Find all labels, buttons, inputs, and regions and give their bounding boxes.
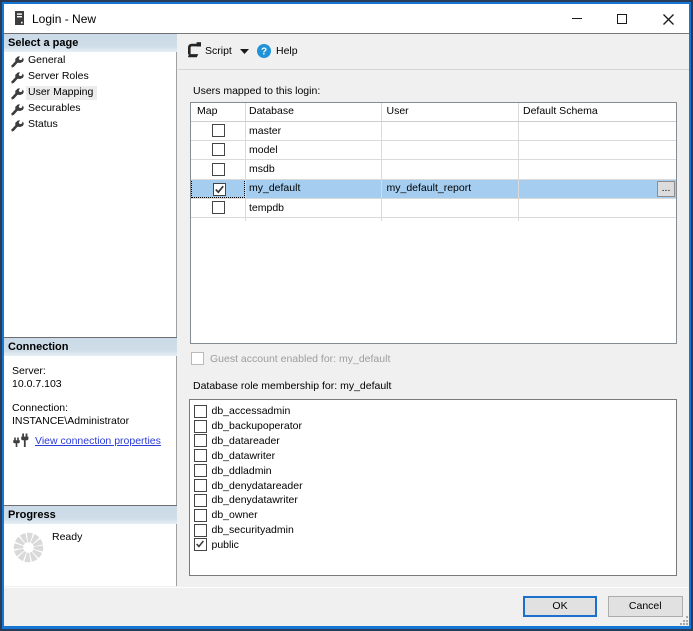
svg-text:?: ? xyxy=(260,46,266,57)
